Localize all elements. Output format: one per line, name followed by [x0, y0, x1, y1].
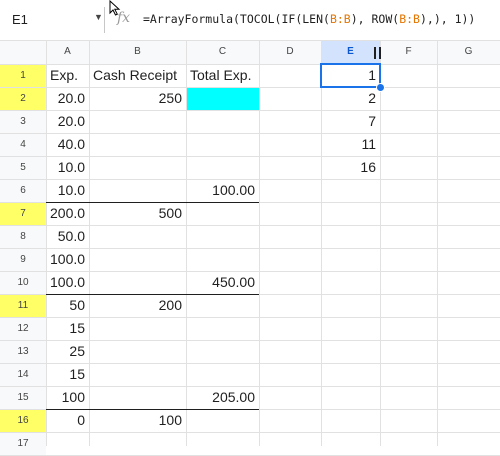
cell-a14[interactable]: 15	[46, 363, 89, 386]
formula-bar: E1 ▼ fx =ArrayFormula(TOCOL(IF(LEN(B:B),…	[0, 0, 500, 40]
divider	[104, 7, 105, 33]
column-header-c[interactable]: C	[186, 40, 259, 64]
formula-text: =ArrayFormula(TOCOL(IF(LEN(	[143, 12, 330, 26]
cell-a6[interactable]: 10.0	[46, 179, 89, 202]
cell-a13[interactable]: 25	[46, 340, 89, 363]
cell-e4[interactable]: 11	[321, 133, 380, 156]
gridline	[0, 40, 500, 41]
gridline	[259, 40, 260, 446]
cell-e3[interactable]: 7	[321, 110, 380, 133]
row-header-17[interactable]: 17	[0, 432, 46, 455]
row-header-12[interactable]: 12	[0, 317, 46, 340]
cell-b2[interactable]: 250	[89, 87, 186, 110]
cell-e5[interactable]: 16	[321, 156, 380, 179]
cell-a7[interactable]: 200.0	[46, 202, 89, 225]
row-header-2[interactable]: 2	[0, 87, 46, 110]
cell-c1[interactable]: Total Exp.	[186, 64, 259, 87]
select-all-corner[interactable]	[0, 40, 46, 64]
cell-c6[interactable]: 100.00	[186, 179, 259, 202]
row-header-10[interactable]: 10	[0, 271, 46, 294]
formula-text: ),), 1))	[419, 12, 476, 26]
row-header-11[interactable]: 11	[0, 294, 46, 317]
gridline	[437, 40, 438, 446]
row-header-9[interactable]: 9	[0, 248, 46, 271]
column-header-g[interactable]: G	[437, 40, 500, 64]
cell-a2[interactable]: 20.0	[46, 87, 89, 110]
cell-c2-fill	[187, 88, 259, 110]
cell-a4[interactable]: 40.0	[46, 133, 89, 156]
row-header-16[interactable]: 16	[0, 409, 46, 432]
cell-a5[interactable]: 10.0	[46, 156, 89, 179]
column-header-d[interactable]: D	[259, 40, 321, 64]
cell-selection	[320, 63, 381, 88]
cell-b7[interactable]: 500	[89, 202, 186, 225]
row-header-14[interactable]: 14	[0, 363, 46, 386]
cell-e2[interactable]: 2	[321, 87, 380, 110]
cell-a3[interactable]: 20.0	[46, 110, 89, 133]
cell-c10[interactable]: 450.00	[186, 271, 259, 294]
row-header-1[interactable]: 1	[0, 64, 46, 87]
cell-a10[interactable]: 100.0	[46, 271, 89, 294]
cell-b16[interactable]: 100	[89, 409, 186, 432]
name-box[interactable]: E1 ▼	[10, 10, 103, 30]
column-header-b[interactable]: B	[89, 40, 186, 64]
row-header-15[interactable]: 15	[0, 386, 46, 409]
cell-a15[interactable]: 100	[46, 386, 89, 409]
cell-b11[interactable]: 200	[89, 294, 186, 317]
fill-handle[interactable]	[376, 83, 385, 92]
mouse-pointer-icon	[109, 0, 121, 16]
row-header-8[interactable]: 8	[0, 225, 46, 248]
cell-b1[interactable]: Cash Receipt	[89, 64, 186, 87]
row-header-3[interactable]: 3	[0, 110, 46, 133]
column-header-e[interactable]: E	[321, 40, 380, 64]
column-resize-handle[interactable]	[379, 47, 381, 59]
cell-a16[interactable]: 0	[46, 409, 89, 432]
chevron-down-icon[interactable]: ▼	[94, 12, 103, 22]
column-header-a[interactable]: A	[46, 40, 89, 64]
cell-a11[interactable]: 50	[46, 294, 89, 317]
cell-a8[interactable]: 50.0	[46, 225, 89, 248]
cell-c15[interactable]: 205.00	[186, 386, 259, 409]
name-box-value: E1	[12, 12, 28, 27]
row-header-13[interactable]: 13	[0, 340, 46, 363]
cell-a9[interactable]: 100.0	[46, 248, 89, 271]
row-header-7[interactable]: 7	[0, 202, 46, 225]
cell-a1[interactable]: Exp.	[46, 64, 89, 87]
column-resize-handle[interactable]	[374, 47, 376, 59]
cell-a12[interactable]: 15	[46, 317, 89, 340]
row-header-5[interactable]: 5	[0, 156, 46, 179]
column-header-f[interactable]: F	[380, 40, 437, 64]
formula-input[interactable]: =ArrayFormula(TOCOL(IF(LEN(B:B), ROW(B:B…	[143, 12, 475, 26]
formula-range-reference: B:B	[329, 12, 351, 26]
formula-text: ), ROW(	[350, 12, 400, 26]
gridline	[380, 40, 381, 446]
row-header-6[interactable]: 6	[0, 179, 46, 202]
formula-range-reference: B:B	[399, 12, 420, 26]
gridline	[0, 432, 500, 433]
spreadsheet-grid[interactable]: A B C D E F G 1 2 3 4 5 6 7 8 9 10 11 12 13 14 15 16 17 Exp. 20.0…	[0, 40, 500, 456]
row-header-4[interactable]: 4	[0, 133, 46, 156]
